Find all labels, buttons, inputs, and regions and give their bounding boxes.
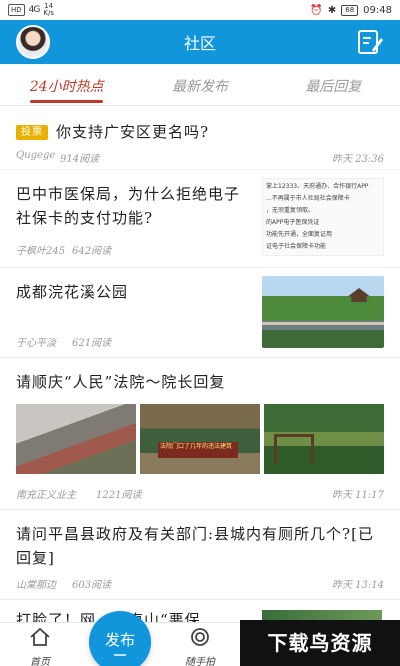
park-thumbnail: [262, 276, 384, 348]
user-avatar[interactable]: [16, 25, 50, 59]
post-views: 914阅读: [60, 154, 100, 165]
post-author: 于心平淡: [16, 338, 56, 349]
post-author: 南充正义业主: [16, 490, 76, 501]
publish-label: 发布: [104, 631, 135, 649]
thumb-line: 证电子社会保障卡功能: [266, 243, 327, 250]
bluetooth-icon: ✱: [327, 4, 337, 16]
post-item[interactable]: 成都浣花溪公园 于心平淡 621阅读: [0, 268, 400, 358]
thumb-line: 功能先开通，全面复证用: [266, 231, 333, 238]
railing-shape: [262, 322, 384, 325]
network-badge: HD: [8, 4, 25, 16]
post-title: 请顺庆“人民”法院～院长回复: [16, 373, 226, 391]
post-time: 昨天 13:14: [332, 580, 384, 591]
watermark-logo: 下载鸟资源: [240, 620, 400, 666]
post-title: 请问平昌县政府及有关部门:县城内有厕所几个?[已回复]: [16, 525, 374, 567]
status-bar: HD 4G 14 K/s ⏰ ✱ 68 09:48: [0, 0, 400, 20]
post-item[interactable]: 请顺庆“人民”法院～院长回复 法院门口了几年的违法建筑 南充正义业主 1221阅…: [0, 358, 400, 510]
publish-button[interactable]: 发布: [89, 611, 151, 666]
post-image[interactable]: [264, 404, 384, 474]
page-title: 社区: [183, 34, 216, 53]
app-header: 社区: [0, 20, 400, 64]
post-author: 山棠那边: [16, 580, 56, 591]
speed-unit: K/s: [43, 9, 54, 17]
post-author: Qugege: [16, 150, 56, 161]
publish-dash: [114, 654, 126, 656]
tab-latest[interactable]: 最新发布: [133, 64, 266, 105]
thumb-line: 掌上12333、天府通办、合作银行APP: [266, 183, 369, 190]
thumb-line: 的APP电子医保凭证: [266, 219, 320, 226]
tab-last-reply[interactable]: 最后回复: [267, 64, 400, 105]
post-image[interactable]: [16, 404, 136, 474]
edit-note-icon[interactable]: [356, 28, 384, 56]
post-time: 昨天 23:36: [332, 154, 384, 165]
battery-indicator: 68: [341, 4, 359, 16]
post-views: 642阅读: [72, 246, 112, 257]
post-title: 巴中市医保局，为什么拒绝电子社保卡的支付功能?: [16, 185, 241, 227]
post-image[interactable]: 法院门口了几年的违法建筑: [140, 404, 260, 474]
post-views: 1221阅读: [96, 490, 142, 501]
nav-home-label: 首页: [30, 657, 50, 666]
post-title-text: 你支持广安区更名吗?: [56, 123, 210, 141]
post-time: 昨天 11:17: [332, 490, 384, 501]
post-title: 成都浣花溪公园: [16, 283, 129, 301]
post-feed: 投票 你支持广安区更名吗? Qugege 914阅读 昨天 23:36 巴中市医保…: [0, 106, 400, 622]
post-item[interactable]: 请问平昌县政府及有关部门:县城内有厕所几个?[已回复] 山棠那边 603阅读 昨…: [0, 510, 400, 600]
post-item[interactable]: 巴中市医保局，为什么拒绝电子社保卡的支付功能? 子枫叶245 642阅读 掌上1…: [0, 170, 400, 268]
vote-badge: 投票: [16, 125, 48, 140]
post-views: 621阅读: [72, 338, 112, 349]
post-author: 子枫叶245: [16, 246, 66, 257]
post-item[interactable]: 打脸了！网…刻枣山“悪保: [0, 600, 400, 622]
status-time: 09:48: [363, 4, 392, 16]
thumb-line: ...不再属于市人社局社会保障卡: [266, 195, 350, 202]
post-item[interactable]: 投票 你支持广安区更名吗? Qugege 914阅读 昨天 23:36: [0, 106, 400, 170]
network-speed: 14 K/s: [43, 3, 54, 17]
post-views: 603阅读: [72, 580, 112, 591]
image-row: 法院门口了几年的违法建筑: [16, 404, 384, 474]
alarm-icon: ⏰: [310, 4, 323, 16]
tab-24h-hot[interactable]: 24小时热点: [0, 64, 133, 105]
camera-lens-icon: [191, 628, 209, 646]
image-caption: 法院门口了几年的违法建筑: [158, 442, 238, 458]
post-thumbnail: 掌上12333、天府通办、合作银行APP ...不再属于市人社局社会保障卡 ，无…: [262, 178, 384, 256]
signal-indicator: 4G: [28, 5, 41, 15]
nav-home[interactable]: 首页: [10, 627, 70, 666]
post-title: 投票 你支持广安区更名吗?: [16, 120, 209, 144]
nav-snap-label: 随手拍: [185, 657, 215, 666]
home-icon: [30, 627, 50, 646]
pavilion-shape: [348, 288, 370, 302]
fence-shape: [274, 434, 314, 464]
thumb-line: ，无须重复领取。: [266, 207, 315, 214]
feed-tabs: 24小时热点 最新发布 最后回复: [0, 64, 400, 106]
nav-snap[interactable]: 随手拍: [170, 627, 230, 666]
